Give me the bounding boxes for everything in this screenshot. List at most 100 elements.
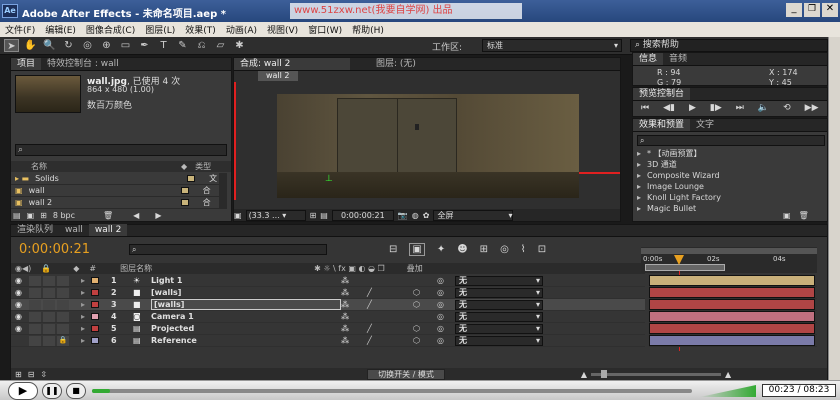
layer-row[interactable]: ◉ ▸ 1 ☀ Light 1 ⁂ ◎ 无 ▾ (11, 275, 645, 287)
new-comp-icon[interactable]: ⊞ (40, 211, 47, 220)
volume-slider[interactable] (700, 385, 756, 397)
blend-mode-select[interactable]: 无 ▾ (455, 335, 544, 346)
3d-layer-switch-icon[interactable]: ⬡ (413, 288, 425, 297)
label-swatch[interactable] (91, 313, 100, 320)
solo-toggle[interactable] (43, 299, 55, 310)
menu-item-3[interactable]: 图层(L) (140, 23, 180, 36)
scrollbar[interactable] (219, 173, 227, 209)
lock-toggle[interactable] (57, 299, 69, 310)
layer-duration-bar[interactable] (649, 275, 815, 286)
toggle-switches-icon[interactable]: ⊞ (15, 370, 22, 379)
eraser-tool-icon[interactable]: ▱ (213, 39, 228, 52)
audio-icon[interactable]: 🔈 (758, 103, 769, 113)
3d-layer-switch-icon[interactable]: ⬡ (413, 300, 425, 309)
always-preview-icon[interactable]: ▣ (234, 211, 242, 220)
work-area-range[interactable] (645, 264, 725, 271)
tab-wall-2[interactable]: wall 2 (88, 224, 128, 236)
color-channel-icon[interactable]: ✿ (423, 211, 430, 220)
last-frame-icon[interactable]: ⏭ (736, 103, 744, 113)
label-swatch[interactable] (91, 337, 100, 344)
label-swatch[interactable] (91, 277, 100, 284)
maximize-button[interactable]: ❐ (804, 3, 820, 17)
layer-duration-bar[interactable] (649, 311, 815, 322)
expand-arrow-icon[interactable]: ▸ (81, 288, 85, 297)
project-search-input[interactable]: ⌕ (15, 144, 227, 156)
layer-duration-bar[interactable] (649, 335, 815, 346)
selection-tool-icon[interactable]: ➤ (4, 39, 19, 52)
lock-toggle[interactable] (57, 287, 69, 298)
solo-toggle[interactable] (43, 287, 55, 298)
shy-switch-icon[interactable]: ⁂ (341, 276, 353, 285)
effect-category[interactable]: ▸ * 【动画预置】 (633, 148, 827, 159)
layer-name[interactable]: [walls] (151, 299, 342, 310)
layer-duration-bar[interactable] (649, 299, 815, 310)
tab-audio[interactable]: 音频 (663, 53, 693, 65)
trash-icon[interactable]: 🗑 (103, 211, 113, 220)
motion-blur-icon[interactable]: ◎ (500, 244, 509, 255)
audio-toggle[interactable] (29, 335, 41, 346)
list-item[interactable]: ▣ wall 合 (11, 185, 221, 197)
pen-tool-icon[interactable]: ✒ (137, 39, 152, 52)
timeline-zoom-slider[interactable] (591, 369, 722, 378)
draft-3d-icon[interactable]: ✦ (437, 244, 445, 255)
loop-icon[interactable]: ⟲ (783, 103, 791, 113)
scroll-left-icon[interactable]: ◀ (133, 211, 139, 220)
tab-project[interactable]: 项目 (11, 58, 42, 70)
tab-preview[interactable]: 预览控制台 (633, 88, 691, 100)
blend-mode-select[interactable]: 无 ▾ (455, 287, 544, 298)
lock-toggle[interactable] (57, 323, 69, 334)
audio-toggle[interactable] (29, 311, 41, 322)
shy-switch-icon[interactable]: ⁂ (341, 288, 353, 297)
timeline-timecode[interactable]: 0:00:00:21 (19, 242, 90, 257)
zoom-in-icon[interactable]: ▲ (725, 370, 731, 379)
time-ruler[interactable]: 0:00s 02s 04s (641, 247, 817, 273)
play-button[interactable]: ▶ (8, 382, 38, 400)
visibility-eye-icon[interactable]: ◉ (15, 288, 27, 297)
layer-duration-bar[interactable] (649, 287, 815, 298)
lock-toggle[interactable] (57, 275, 69, 286)
3d-layer-switch-icon[interactable]: ⬡ (413, 336, 425, 345)
stop-button[interactable]: ■ (66, 383, 86, 399)
expand-arrow-icon[interactable]: ▸ (637, 204, 641, 213)
rectangle-mask-tool-icon[interactable]: ▭ (118, 39, 133, 52)
toggle-in-out-icon[interactable]: ⇳ (40, 370, 47, 379)
zoom-tool-icon[interactable]: 🔍 (42, 39, 57, 52)
label-swatch[interactable] (187, 175, 196, 182)
label-swatch[interactable] (91, 325, 100, 332)
quality-switch-icon[interactable]: ╱ (367, 336, 379, 345)
visibility-eye-icon[interactable]: ◉ (15, 276, 27, 285)
play-icon[interactable]: ▶ (689, 103, 696, 113)
rotate-tool-icon[interactable]: ↻ (61, 39, 76, 52)
layer-row[interactable]: 🔒 ▸ 6 ▤ Reference ⁂ ╱ ⬡ ◎ 无 ▾ (11, 335, 645, 347)
layer-row[interactable]: ◉ ▸ 3 ■ [walls] ⁂ ╱ ⬡ ◎ 无 ▾ (11, 299, 645, 311)
toggle-switches-modes-button[interactable]: 切换开关 / 模式 (367, 368, 445, 380)
brainstorm-icon[interactable]: ⊡ (538, 244, 546, 255)
layer-row[interactable]: ◉ ▸ 2 ■ [walls] ⁂ ╱ ⬡ ◎ 无 ▾ (11, 287, 645, 299)
layer-name[interactable]: Light 1 (151, 276, 341, 285)
quality-switch-icon[interactable]: ╱ (367, 324, 379, 333)
effect-category[interactable]: ▸ Composite Wizard (633, 170, 827, 181)
puppet-tool-icon[interactable]: ✱ (232, 39, 247, 52)
solo-toggle[interactable] (43, 275, 55, 286)
blend-mode-select[interactable]: 无 ▾ (455, 275, 544, 286)
expand-arrow-icon[interactable]: ▸ (637, 171, 641, 180)
menu-item-1[interactable]: 编辑(E) (40, 23, 81, 36)
layer-name[interactable]: Camera 1 (151, 312, 341, 321)
workspace-select[interactable]: 标准 ▾ (482, 39, 622, 52)
comp-sub-tab[interactable]: wall 2 (258, 71, 298, 81)
toggle-modes-icon[interactable]: ⊟ (28, 370, 35, 379)
shy-switch-icon[interactable]: ⁂ (341, 324, 353, 333)
zoom-out-icon[interactable]: ▲ (581, 370, 587, 379)
effect-category[interactable]: ▸ Image Lounge (633, 181, 827, 192)
clone-stamp-tool-icon[interactable]: ⎌ (194, 39, 209, 52)
list-item[interactable]: ▣ wall 2 合 (11, 197, 221, 209)
menu-item-2[interactable]: 图像合成(C) (81, 23, 140, 36)
trash-icon[interactable]: 🗑 (799, 211, 809, 220)
layer-row[interactable]: ◉ ▸ 5 ▤ Projected ⁂ ╱ ⬡ ◎ 无 ▾ (11, 323, 645, 335)
prev-frame-icon[interactable]: ◀▮ (663, 103, 675, 113)
quality-switch-icon[interactable]: ╱ (367, 300, 379, 309)
minimize-button[interactable]: _ (786, 3, 802, 17)
label-swatch[interactable] (91, 301, 100, 308)
pan-behind-tool-icon[interactable]: ⊕ (99, 39, 114, 52)
help-search-input[interactable]: ⌕ 搜索帮助 (630, 39, 828, 52)
